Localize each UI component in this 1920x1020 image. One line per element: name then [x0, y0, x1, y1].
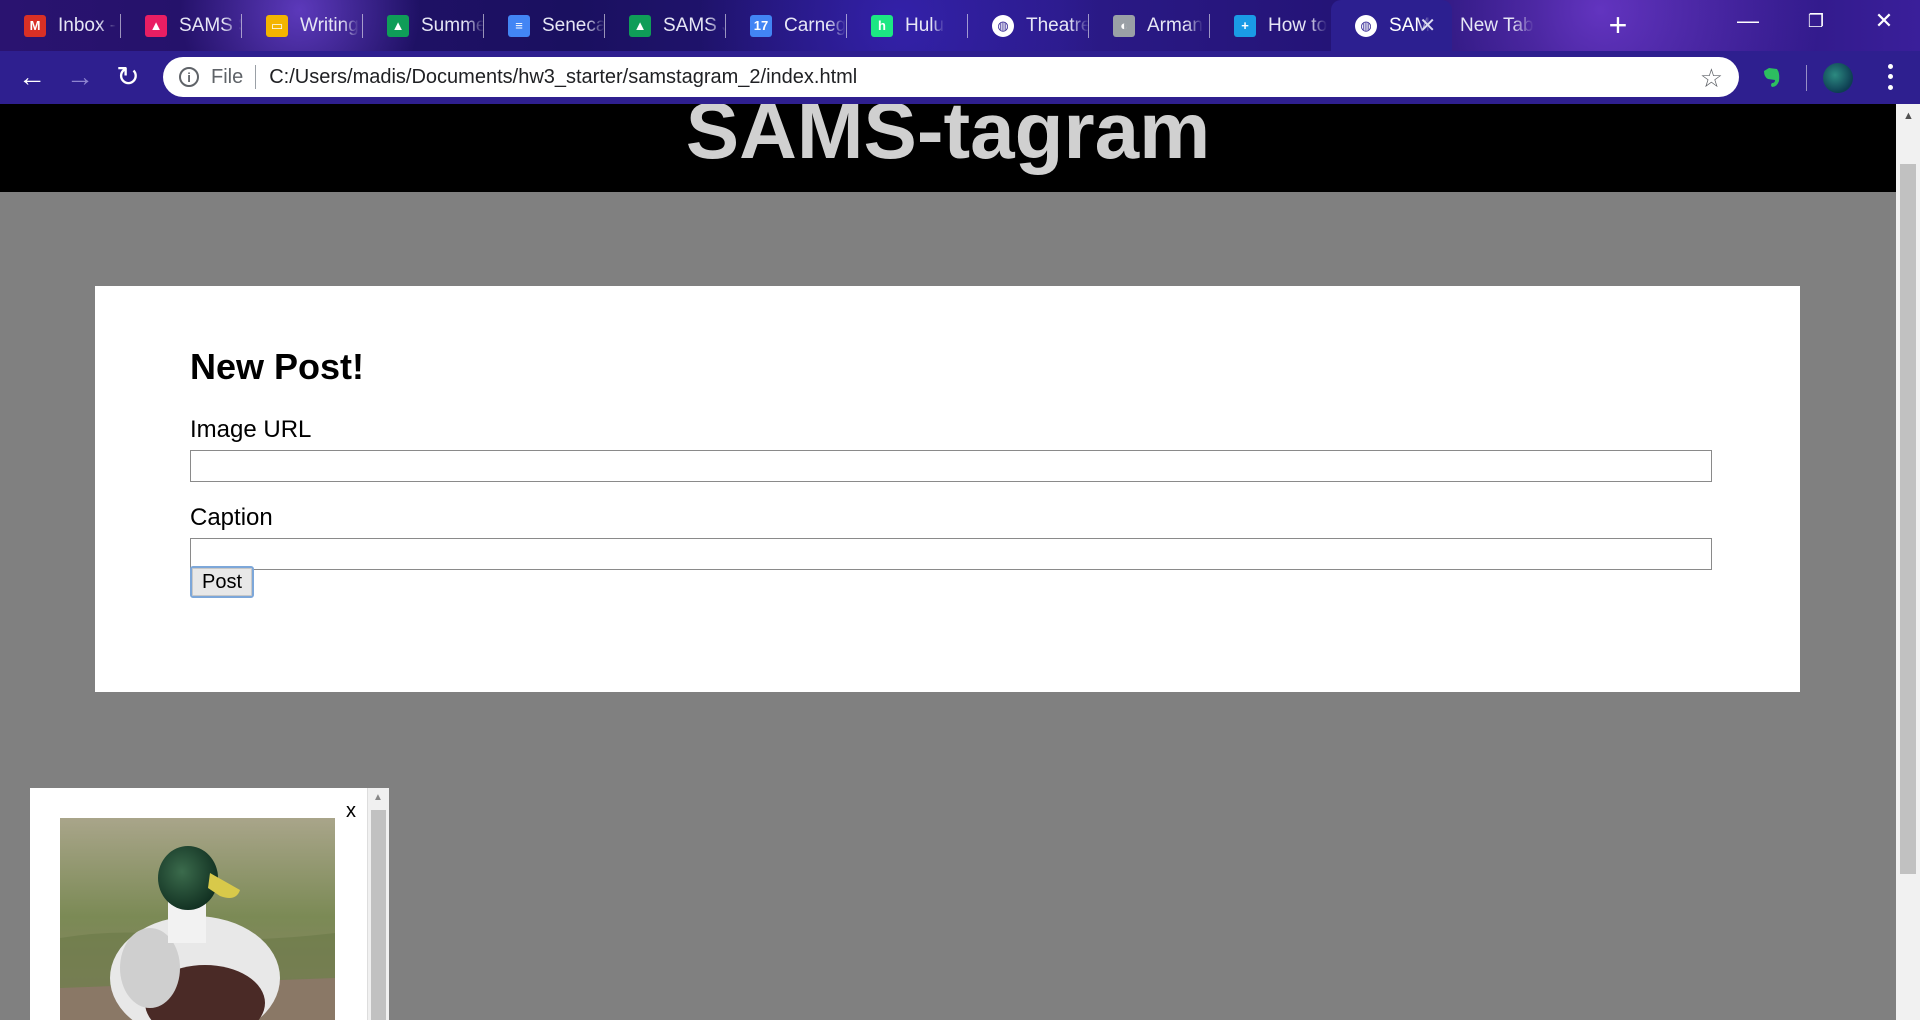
tab-title: New Tab: [1460, 14, 1534, 36]
tab-title: Theatre: [1026, 14, 1089, 36]
browser-tab[interactable]: ▲ SAMS S: [121, 0, 242, 51]
browser-tab[interactable]: M Inbox -: [0, 0, 121, 51]
docs-icon: ≡: [508, 14, 530, 37]
browser-tab[interactable]: ▲ SAMS J: [605, 0, 726, 51]
close-tab-icon[interactable]: ✕: [1419, 13, 1436, 38]
gmail-icon: M: [24, 14, 46, 37]
minimize-button[interactable]: —: [1714, 0, 1782, 44]
duck-photo: [60, 818, 335, 1020]
globe-icon: ◍: [992, 14, 1014, 37]
close-window-button[interactable]: ✕: [1850, 0, 1918, 44]
slides-icon: ▭: [266, 14, 288, 37]
tab-title: Seneca: [542, 14, 605, 36]
site-title: SAMS-tagram: [685, 104, 1211, 175]
browser-tab[interactable]: + How to: [1210, 0, 1331, 51]
evernote-icon[interactable]: [1758, 65, 1784, 91]
site-header: SAMS-tagram: [0, 104, 1896, 192]
site-info-icon[interactable]: i: [179, 67, 199, 87]
caption-input[interactable]: [190, 538, 1712, 570]
browser-tab[interactable]: ◐ Arman: [1089, 0, 1210, 51]
new-post-card: New Post! Image URL Caption Post: [95, 286, 1800, 692]
tab-title: SAMS S: [179, 14, 242, 36]
close-post-button[interactable]: x: [346, 800, 356, 823]
tab-list: M Inbox - ▲ SAMS S ▭ Writing ▲ Summe ≡ Seneca ▲ SAM…: [0, 0, 1582, 51]
tab-title: How to: [1268, 14, 1328, 36]
browser-tab[interactable]: ▲ Summe: [363, 0, 484, 51]
restore-button[interactable]: ❐: [1782, 0, 1850, 44]
drive-icon: ▲: [629, 14, 651, 37]
tab-title: Writing: [300, 14, 359, 36]
post-button[interactable]: Post: [190, 566, 254, 598]
browser-tab[interactable]: ◍ Theatre: [968, 0, 1089, 51]
classroom-icon: ▲: [145, 14, 167, 37]
new-tab-button[interactable]: +: [1600, 8, 1636, 44]
browser-tab[interactable]: ▭ Writing: [242, 0, 363, 51]
tab-title: Hulu: [905, 14, 945, 36]
address-bar[interactable]: i File C:/Users/madis/Documents/hw3_star…: [163, 57, 1739, 97]
feed-post-card: x ▲: [30, 788, 389, 1020]
globe-icon: ◍: [1355, 14, 1377, 37]
tab-title: Carneg: [784, 14, 847, 36]
tab-title: SAMS J: [663, 14, 726, 36]
drive-icon: ▲: [387, 14, 409, 37]
tab-title: Summe: [421, 14, 484, 36]
tab-strip: M Inbox - ▲ SAMS S ▭ Writing ▲ Summe ≡ Seneca ▲ SAM…: [0, 0, 1920, 51]
forward-button[interactable]: →: [62, 59, 98, 95]
profile-avatar-icon[interactable]: [1823, 63, 1853, 93]
scroll-up-arrow-icon[interactable]: ▲: [373, 792, 383, 803]
feed-scrollbar[interactable]: ▲: [367, 788, 389, 1020]
plus-icon: +: [1234, 14, 1256, 37]
url-text[interactable]: C:/Users/madis/Documents/hw3_starter/sam…: [269, 66, 857, 89]
image-url-input[interactable]: [190, 450, 1712, 482]
back-button[interactable]: ←: [14, 59, 50, 95]
browser-tab[interactable]: ◍ SAM ✕: [1331, 0, 1452, 51]
tab-title: Inbox -: [58, 14, 117, 36]
reload-button[interactable]: ↻: [110, 59, 146, 95]
browser-menu-icon[interactable]: [1878, 61, 1902, 93]
caption-label: Caption: [190, 504, 273, 531]
new-post-heading: New Post!: [190, 346, 365, 387]
page-viewport: SAMS-tagram New Post! Image URL Caption …: [0, 104, 1896, 1020]
toolbar-divider: [1806, 65, 1807, 91]
image-url-label: Image URL: [190, 416, 312, 443]
feed-scroll-thumb[interactable]: [371, 810, 386, 1020]
browser-tab[interactable]: h Hulu: [847, 0, 968, 51]
browser-tab[interactable]: 17 Carneg: [726, 0, 847, 51]
browser-toolbar: ← → ↻ i File C:/Users/madis/Documents/hw…: [0, 51, 1920, 104]
bookmark-star-icon[interactable]: ☆: [1700, 63, 1723, 94]
browser-tab[interactable]: ≡ Seneca: [484, 0, 605, 51]
address-divider: [255, 65, 257, 89]
browser-tab[interactable]: New Tab: [1452, 0, 1582, 51]
scheme-label: File: [211, 65, 244, 88]
page-scroll-up-icon[interactable]: ▲: [1903, 110, 1914, 122]
page-scrollbar[interactable]: ▲: [1896, 104, 1920, 1020]
tab-title: Arman: [1147, 14, 1203, 36]
site-icon: ◐: [1113, 14, 1135, 37]
page-scroll-thumb[interactable]: [1900, 164, 1916, 874]
calendar-icon: 17: [750, 14, 772, 37]
hulu-icon: h: [871, 14, 893, 37]
